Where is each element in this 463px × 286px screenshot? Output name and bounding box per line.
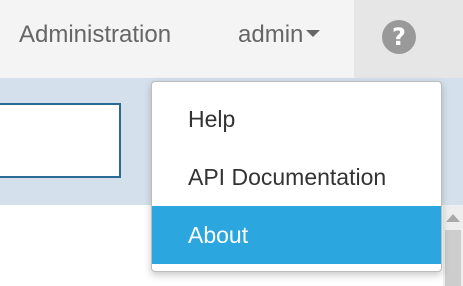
help-dropdown-menu: Help API Documentation About [151, 81, 442, 272]
scroll-up-arrow-icon[interactable] [446, 214, 460, 222]
top-navbar: Administration admin ? [0, 0, 463, 80]
menu-item-api-documentation[interactable]: API Documentation [152, 148, 441, 206]
menu-item-about[interactable]: About [152, 206, 441, 264]
question-circle-icon[interactable]: ? [382, 20, 416, 54]
user-menu-toggle[interactable]: admin [238, 19, 321, 51]
user-menu-label: admin [238, 21, 304, 48]
search-input[interactable] [0, 103, 121, 178]
menu-item-help[interactable]: Help [152, 90, 441, 148]
page: Administration admin ? Help API Document… [0, 0, 463, 286]
caret-down-icon [306, 30, 321, 38]
administration-link[interactable]: Administration [19, 19, 171, 51]
scrollbar-thumb[interactable] [445, 230, 461, 286]
